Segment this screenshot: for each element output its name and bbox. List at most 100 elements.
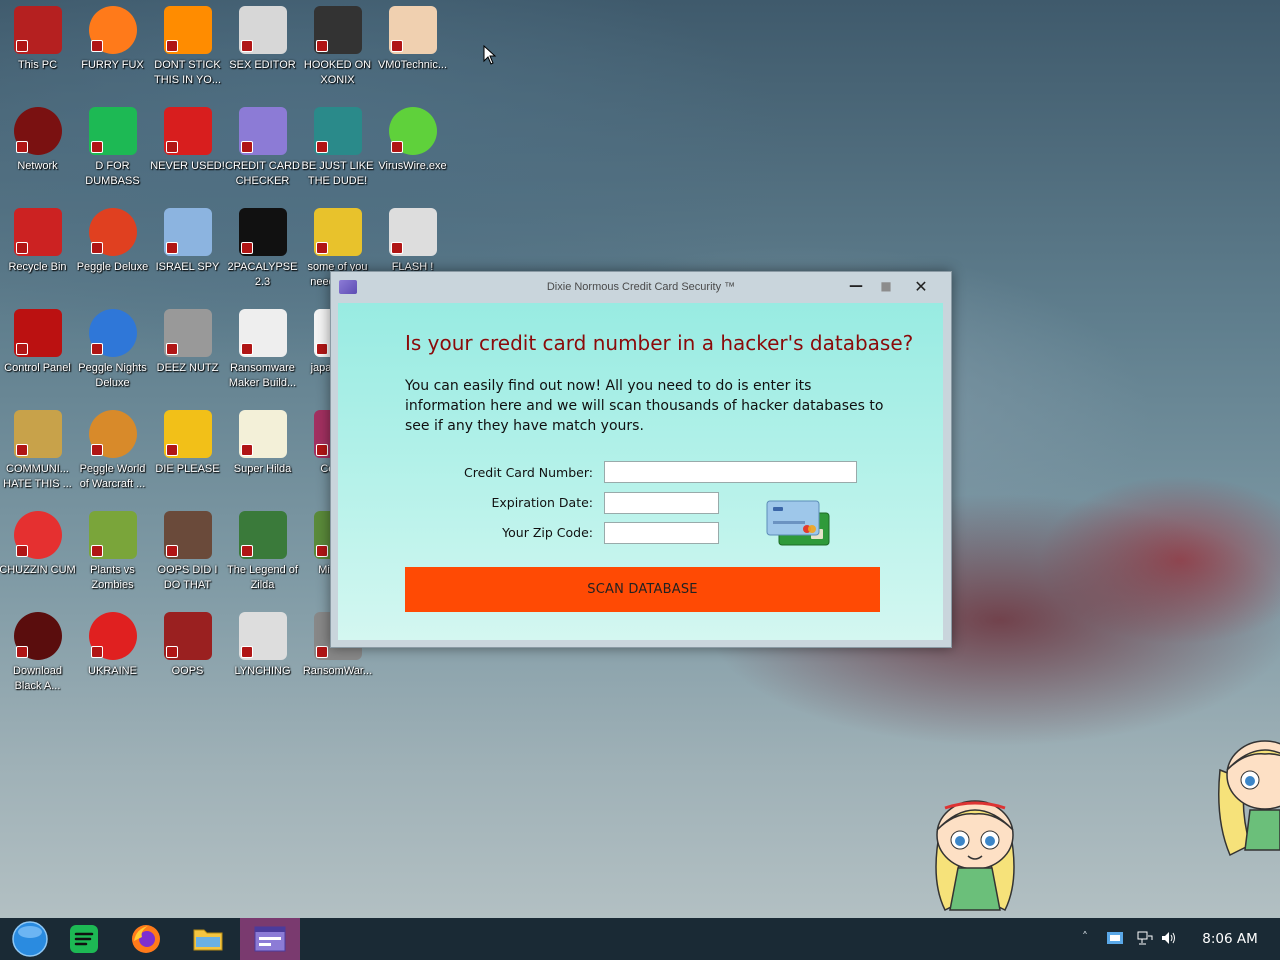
desktop-icon[interactable]: Control Panel (0, 303, 75, 403)
spotify-icon (88, 107, 137, 155)
desktop-icon-label: VM0Technic... (377, 59, 448, 71)
zelda-icon (238, 511, 287, 559)
clock[interactable]: 8:06 AM (1190, 931, 1270, 947)
desktop-icon[interactable]: The Legend of Zilda (225, 505, 300, 605)
shortcut-badge-icon (90, 343, 103, 355)
shortcut-badge-icon (240, 40, 253, 52)
network-orb-icon (13, 107, 62, 155)
volume-icon[interactable] (1160, 930, 1178, 946)
credit-card-security-window: Dixie Normous Credit Card Security ™ — ■… (330, 271, 952, 648)
rope-icon (238, 612, 287, 660)
desktop-icon[interactable]: Recycle Bin (0, 202, 75, 302)
card-number-label: Credit Card Number: (464, 465, 593, 480)
shortcut-badge-icon (165, 646, 178, 658)
close-button[interactable]: ✕ (906, 274, 936, 298)
desktop-icon[interactable]: VirusWire.exe (375, 101, 450, 201)
taskbar-firefox[interactable] (116, 918, 176, 960)
desktop-icon[interactable]: CHUZZIN CUM (0, 505, 76, 605)
window-titlebar[interactable]: Dixie Normous Credit Card Security ™ — ■… (331, 272, 951, 302)
desktop-icon-label: CHUZZIN CUM (0, 564, 76, 576)
xonix-icon (313, 6, 362, 54)
shortcut-badge-icon (165, 343, 178, 355)
desktop-icon-label: Download Black A... (13, 665, 62, 692)
taskbar-spotify[interactable] (54, 918, 114, 960)
black-orb-icon (13, 612, 62, 660)
credit-cards-icon (766, 500, 830, 546)
dog-cartoon-icon (313, 208, 362, 256)
desktop-icon[interactable]: LYNCHING (225, 606, 300, 706)
desktop-icon-label: COMMUNI... HATE THIS ... (3, 463, 72, 490)
shortcut-badge-icon (15, 141, 28, 153)
desktop-icon-label: Peggle Nights Deluxe (78, 362, 147, 389)
shortcut-badge-icon (15, 242, 28, 254)
desktop-icon[interactable]: HOOKED ON XONIX (300, 0, 375, 100)
desktop-icon-label: CREDIT CARD CHECKER (225, 160, 300, 187)
plants-zombies-icon (88, 511, 137, 559)
taskbar-file-explorer[interactable] (178, 918, 238, 960)
desktop-icon[interactable]: DEEZ NUTZ (150, 303, 225, 403)
desktop-icon[interactable]: D FOR DUMBASS (75, 101, 150, 201)
headline: Is your credit card number in a hacker's… (405, 331, 914, 355)
desktop-icon[interactable]: OOPS DID I DO THAT (150, 505, 225, 605)
start-button[interactable] (0, 918, 60, 960)
desktop-icon[interactable]: BE JUST LIKE THE DUDE! (300, 101, 375, 201)
desktop-icon[interactable]: Peggle Deluxe (75, 202, 150, 302)
desktop-icon[interactable]: Plants vs Zombies (75, 505, 150, 605)
desktop-icon[interactable]: 2PACALYPSE 2.3 (225, 202, 300, 302)
desktop-icon[interactable]: FURRY FUX (75, 0, 150, 100)
network-icon[interactable] (1136, 930, 1154, 946)
desktop-icon[interactable]: CREDIT CARD CHECKER (225, 101, 300, 201)
desktop-icon[interactable]: Peggle Nights Deluxe (75, 303, 150, 403)
shortcut-badge-icon (240, 141, 253, 153)
desktop-icon[interactable]: DIE PLEASE (150, 404, 225, 504)
desktop-icon[interactable]: DONT STICK THIS IN YO... (150, 0, 225, 100)
shortcut-badge-icon (90, 141, 103, 153)
desktop-icon-label: DIE PLEASE (155, 463, 220, 475)
window-content: Is your credit card number in a hacker's… (338, 303, 943, 640)
desktop-icon[interactable]: SEX EDITOR (225, 0, 300, 100)
desktop-icon-label: SEX EDITOR (229, 59, 296, 71)
card-number-field[interactable] (604, 461, 857, 483)
scan-database-button[interactable]: SCAN DATABASE (405, 567, 880, 612)
adobe-de-icon (163, 410, 212, 458)
cartoon-character-image (935, 800, 1015, 912)
credit-card-window-icon (238, 107, 287, 155)
limewire-icon (388, 107, 437, 155)
desktop-icon[interactable]: Peggle World of Warcraft ... (75, 404, 150, 504)
portrait-icon (163, 511, 212, 559)
desktop-icon-label: Recycle Bin (8, 261, 67, 273)
desktop-icon[interactable]: OOPS (150, 606, 225, 706)
tray-expand-chevron-icon[interactable]: ˄ (1082, 930, 1088, 944)
credit-card-window-icon (254, 926, 286, 952)
desktop-icon[interactable]: Super Hilda (225, 404, 300, 504)
desktop-icon[interactable]: NEVER USED! (150, 101, 225, 201)
hxd-icon (238, 6, 287, 54)
desktop-icon-label: The Legend of Zilda (227, 564, 298, 591)
shortcut-badge-icon (15, 545, 28, 557)
shortcut-badge-icon (90, 545, 103, 557)
shortcut-badge-icon (15, 444, 28, 456)
desktop-icon[interactable]: COMMUNI... HATE THIS ... (0, 404, 75, 504)
desktop-icon[interactable]: UKRAINE (75, 606, 150, 706)
taskbar-credit-card-checker[interactable] (240, 918, 300, 960)
firefox-icon (132, 925, 160, 953)
zip-code-field[interactable] (604, 522, 719, 544)
minimize-button[interactable]: — (841, 274, 871, 298)
shortcut-badge-icon (240, 545, 253, 557)
maximize-button[interactable]: ■ (871, 274, 901, 298)
desktop-icon[interactable]: This PC (0, 0, 75, 100)
desktop-icon-label: D FOR DUMBASS (85, 160, 140, 187)
expiration-date-field[interactable] (604, 492, 719, 514)
desktop-icon-label: NEVER USED! (150, 160, 225, 172)
zip-code-label: Your Zip Code: (502, 525, 593, 540)
desktop-icon[interactable]: Network (0, 101, 75, 201)
desktop-icon[interactable]: Ransomware Maker Build... (225, 303, 300, 403)
stacked-windows-icon (163, 309, 212, 357)
desktop-icon[interactable]: Download Black A... (0, 606, 75, 706)
desktop-icon[interactable]: VM0Technic... (375, 0, 450, 100)
vlc-cone-icon (163, 6, 212, 54)
tray-app-icon[interactable] (1106, 930, 1124, 946)
desktop-icon[interactable]: ISRAEL SPY (150, 202, 225, 302)
desktop-icon-label: UKRAINE (88, 665, 137, 677)
desktop-icon-label: 2PACALYPSE 2.3 (227, 261, 298, 288)
